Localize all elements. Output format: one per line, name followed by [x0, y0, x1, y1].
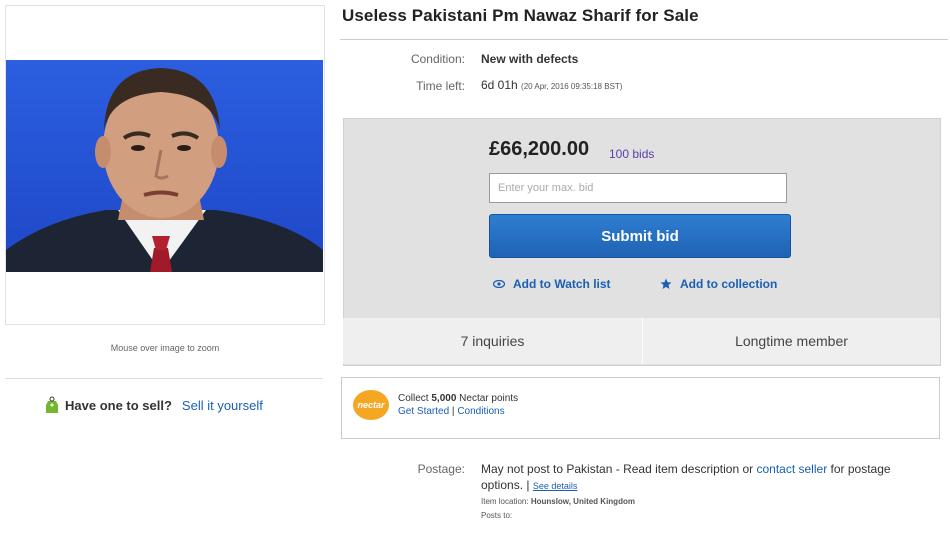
page-title: Useless Pakistani Pm Nawaz Sharif for Sa…	[342, 6, 699, 25]
sell-it-yourself-link[interactable]: Sell it yourself	[182, 398, 263, 413]
watch-label: Add to Watch list	[513, 277, 611, 291]
max-bid-input[interactable]	[489, 173, 787, 203]
nectar-points: 5,000	[431, 393, 457, 404]
nectar-separator: |	[451, 406, 455, 417]
item-location: Item location: Hounslow, United Kingdom	[481, 495, 911, 509]
title-divider	[340, 39, 948, 40]
nectar-logo: nectar	[353, 390, 389, 420]
submit-bid-button[interactable]: Submit bid	[489, 214, 791, 258]
end-time: (20 Apr, 2016 09:35:18 BST)	[521, 82, 623, 91]
condition-value: New with defects	[481, 52, 579, 66]
add-to-watchlist-link[interactable]: Add to Watch list	[493, 277, 611, 291]
add-to-collection-link[interactable]: Add to collection	[660, 277, 777, 291]
star-icon	[660, 278, 672, 289]
inquiries-stat: 7 inquiries	[343, 318, 643, 364]
postage-label: Postage:	[417, 462, 465, 476]
item-location-label: Item location:	[481, 497, 529, 506]
nectar-points-label: Nectar points	[459, 393, 519, 404]
product-image[interactable]	[6, 60, 323, 272]
postage-info: May not post to Pakistan - Read item des…	[481, 461, 911, 523]
condition-label: Condition:	[410, 52, 465, 66]
collection-label: Add to collection	[680, 277, 778, 291]
get-started-link[interactable]: Get Started	[398, 406, 449, 417]
time-left-duration: 6d 01h	[481, 78, 518, 92]
current-price: £66,200.00	[489, 138, 590, 160]
zoom-hint: Mouse over image to zoom	[110, 343, 220, 353]
nectar-text: Collect 5,000 Nectar points Get Started …	[398, 392, 518, 418]
posts-to-label: Posts to:	[481, 511, 513, 520]
divider	[5, 378, 323, 379]
item-location-value: Hounslow, United Kingdom	[530, 497, 635, 506]
bid-count-link[interactable]: 100 bids	[609, 147, 654, 161]
seller-status: Longtime member	[643, 318, 940, 364]
portrait-illustration	[6, 60, 323, 272]
time-left-label: Time left:	[416, 79, 465, 93]
see-details-link[interactable]: See details	[533, 481, 578, 491]
price-tag-icon	[46, 396, 58, 413]
contact-seller-link[interactable]: contact seller	[756, 462, 827, 476]
nectar-collect: Collect	[398, 393, 429, 404]
time-left-value: 6d 01h (20 Apr, 2016 09:35:18 BST)	[481, 78, 622, 92]
sell-prompt: Have one to sell? Sell it yourself	[45, 396, 263, 414]
sell-question: Have one to sell?	[65, 397, 172, 413]
postage-separator: |	[526, 478, 530, 492]
eye-icon	[493, 280, 505, 288]
postage-text: May not post to Pakistan - Read item des…	[481, 462, 754, 476]
conditions-link[interactable]: Conditions	[457, 406, 504, 417]
